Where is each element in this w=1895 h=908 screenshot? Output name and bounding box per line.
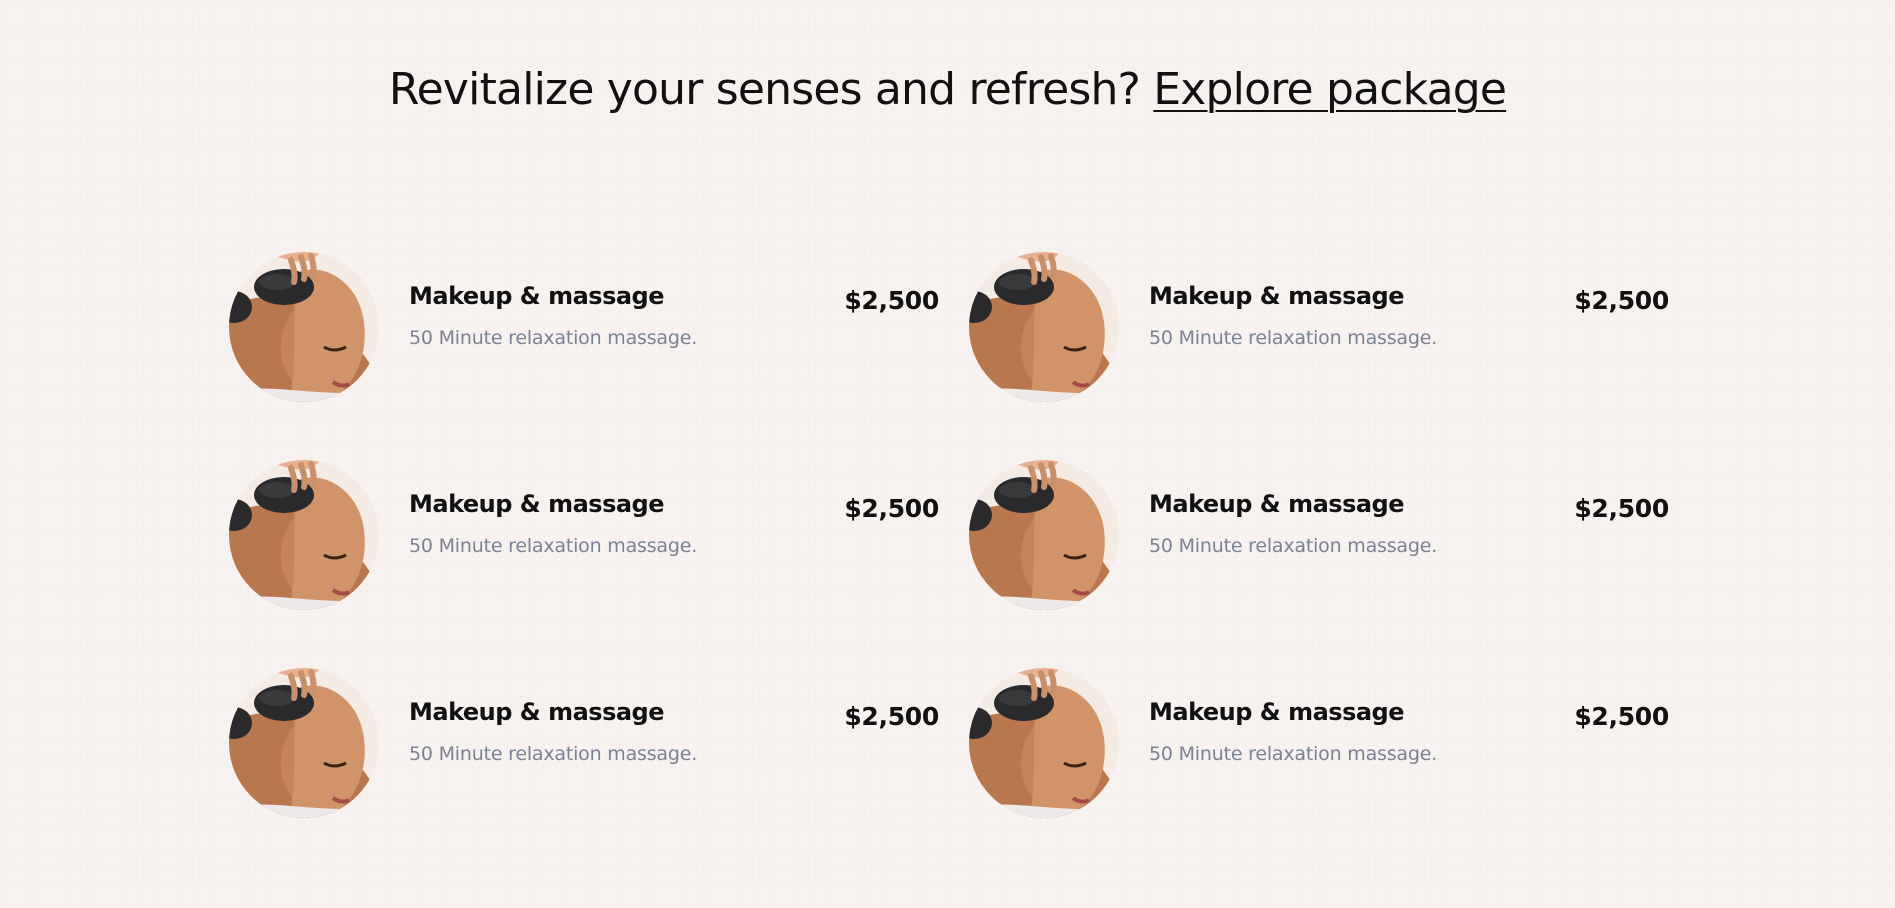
package-item[interactable]: Makeup & massage 50 Minute relaxation ma… — [969, 252, 1669, 402]
package-item[interactable]: Makeup & massage 50 Minute relaxation ma… — [229, 668, 969, 818]
headline-text: Revitalize your senses and refresh? — [388, 64, 1141, 115]
package-image — [229, 668, 379, 818]
package-price: $2,500 — [1574, 702, 1669, 731]
package-image — [229, 252, 379, 402]
package-description: 50 Minute relaxation massage. — [409, 743, 698, 765]
package-item[interactable]: Makeup & massage 50 Minute relaxation ma… — [229, 460, 969, 610]
package-description: 50 Minute relaxation massage. — [409, 327, 698, 349]
package-title: Makeup & massage — [409, 490, 665, 518]
package-title: Makeup & massage — [409, 282, 665, 310]
package-title: Makeup & massage — [1149, 282, 1405, 310]
package-list: Makeup & massage 50 Minute relaxation ma… — [229, 252, 1669, 876]
package-title: Makeup & massage — [1149, 698, 1405, 726]
package-title: Makeup & massage — [409, 698, 665, 726]
section-heading: Revitalize your senses and refresh? Expl… — [0, 62, 1895, 118]
package-image — [969, 668, 1119, 818]
package-image — [969, 460, 1119, 610]
package-title: Makeup & massage — [1149, 490, 1405, 518]
package-item[interactable]: Makeup & massage 50 Minute relaxation ma… — [969, 668, 1669, 818]
package-price: $2,500 — [844, 702, 939, 731]
package-description: 50 Minute relaxation massage. — [409, 535, 698, 557]
package-image — [229, 460, 379, 610]
package-item[interactable]: Makeup & massage 50 Minute relaxation ma… — [969, 460, 1669, 610]
package-price: $2,500 — [1574, 286, 1669, 315]
package-price: $2,500 — [844, 494, 939, 523]
explore-package-link[interactable]: Explore package — [1153, 64, 1507, 115]
package-price: $2,500 — [1574, 494, 1669, 523]
package-item[interactable]: Makeup & massage 50 Minute relaxation ma… — [229, 252, 969, 402]
package-description: 50 Minute relaxation massage. — [1149, 743, 1438, 765]
package-description: 50 Minute relaxation massage. — [1149, 327, 1438, 349]
package-description: 50 Minute relaxation massage. — [1149, 535, 1438, 557]
package-image — [969, 252, 1119, 402]
package-price: $2,500 — [844, 286, 939, 315]
